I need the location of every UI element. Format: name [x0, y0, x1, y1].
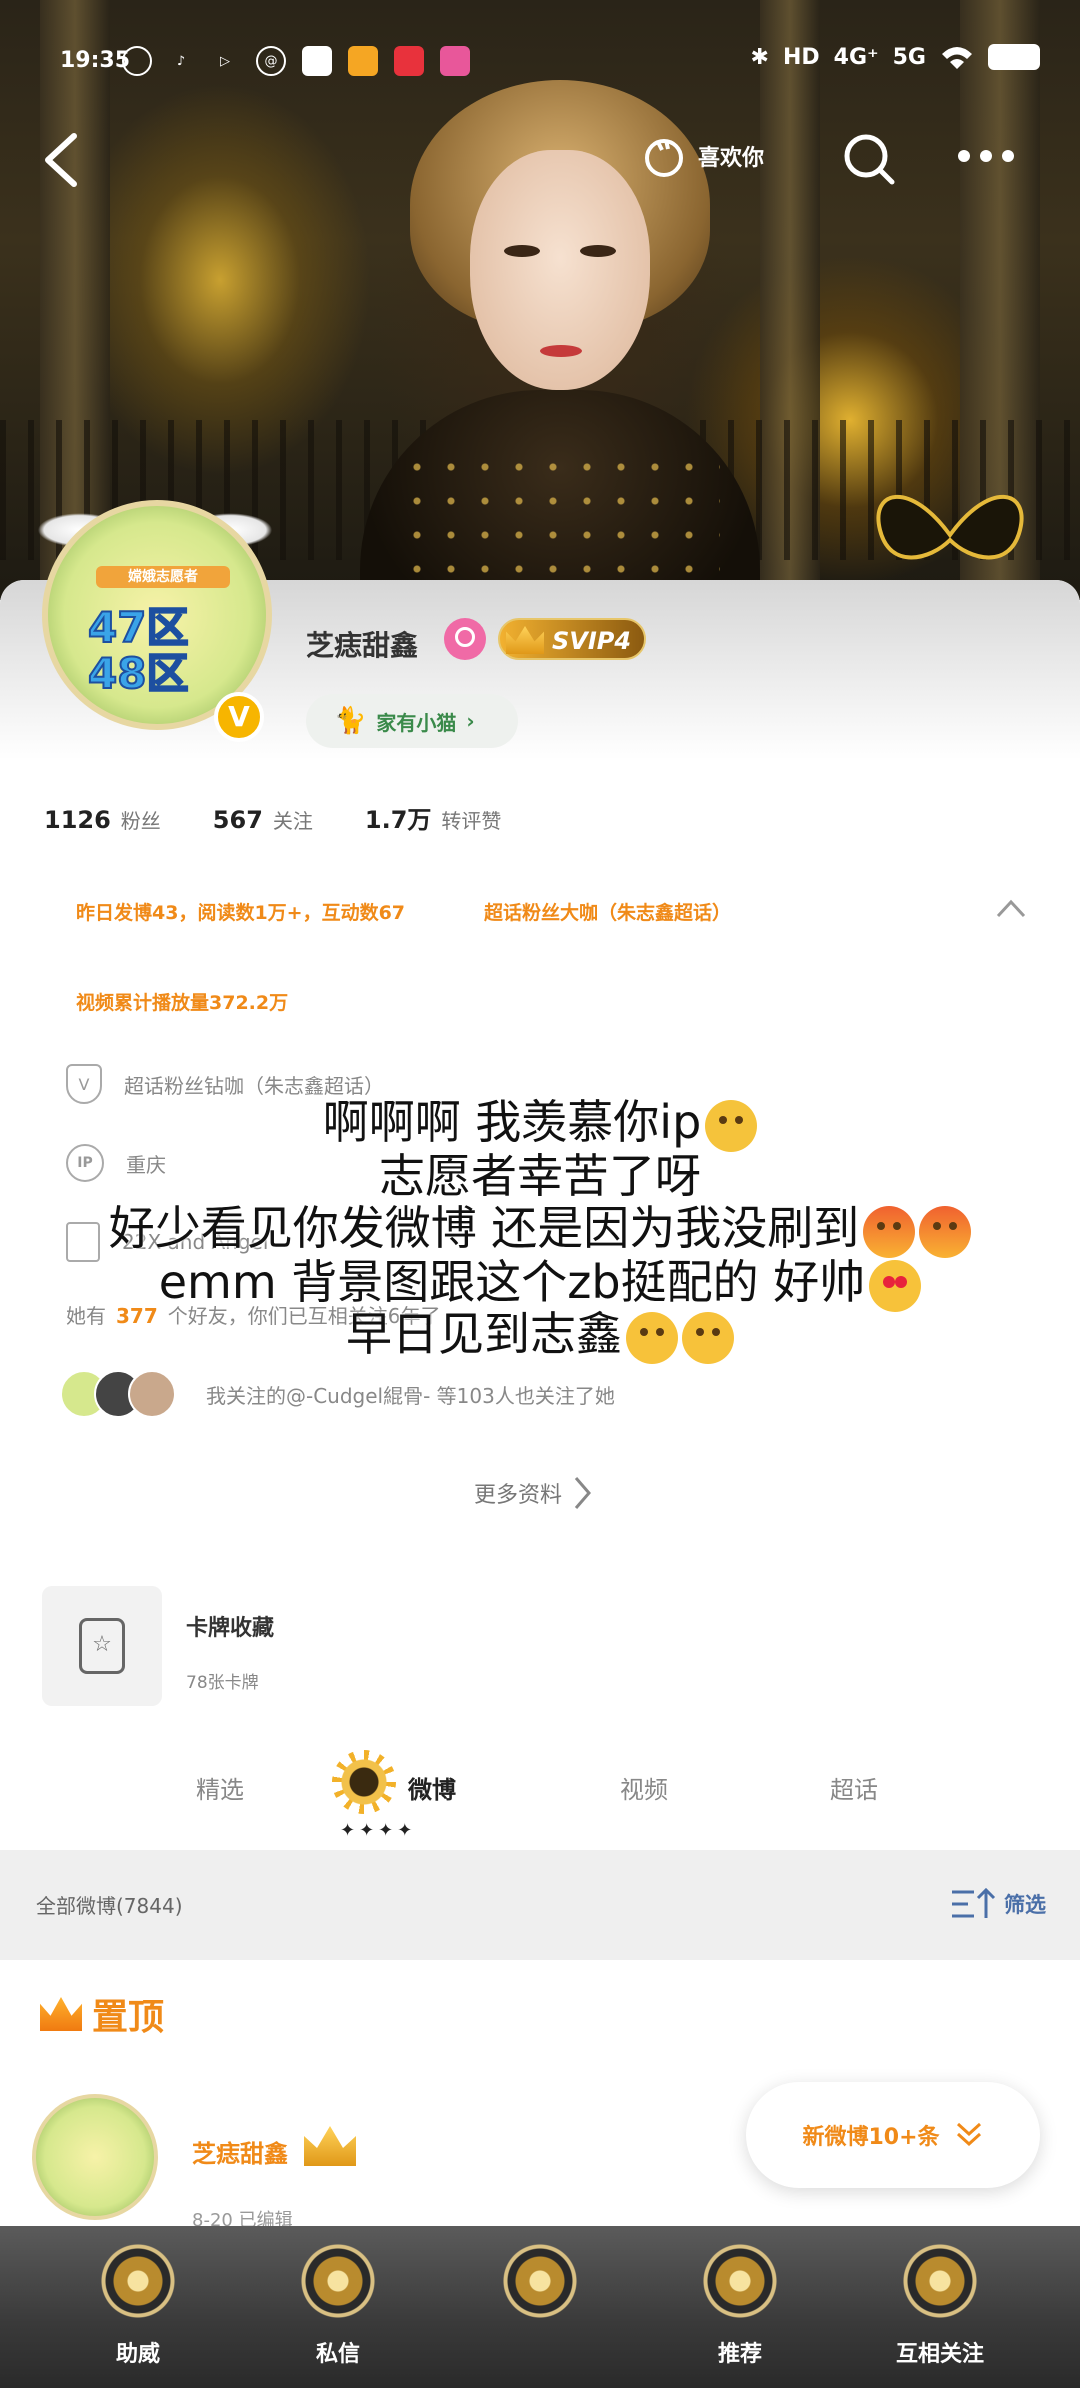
cheer-icon: [93, 2236, 183, 2326]
highlight-video-plays[interactable]: 视频累计播放量372.2万: [76, 988, 288, 1015]
tab-super-topic[interactable]: 超话: [830, 1770, 878, 1805]
card-collection-title[interactable]: 卡牌收藏: [186, 1610, 274, 1642]
filter-label: 筛选: [1004, 1893, 1046, 1917]
likes-count[interactable]: 1.7万: [365, 800, 432, 835]
recommend-icon: [695, 2236, 785, 2326]
stats-row: 1126 粉丝 567 关注 1.7万 转评赞: [44, 800, 553, 835]
filter-icon: [952, 1887, 996, 1918]
xiaohongshu-icon: [394, 46, 424, 76]
mutual-follow-icon: [895, 2236, 985, 2326]
crown-icon: [506, 626, 544, 654]
danmaku-text: 早日见到志鑫: [346, 1307, 622, 1361]
more-info-label: 更多资料: [474, 1483, 563, 1508]
message-icon: [293, 2236, 383, 2326]
cat-icon: 🐈: [334, 706, 367, 736]
filter-button[interactable]: 筛选: [950, 1886, 1046, 1922]
butterfly-decoration: [876, 494, 1024, 560]
crown-icon: [40, 1997, 82, 2031]
bluetooth-icon: ✱: [750, 44, 769, 70]
weibo-icon: [122, 46, 152, 76]
status-bar: 19:35 ♪ ▷ @ ✱ HD 4G⁺ 5G: [0, 38, 1080, 86]
avatar: [128, 1370, 176, 1418]
status-right: ✱ HD 4G⁺ 5G: [751, 44, 1040, 70]
mutual-text: 我关注的@-Cudgel緄骨- 等103人也关注了她: [206, 1383, 615, 1408]
pinned-label: 置顶: [92, 1997, 165, 2038]
chevron-right-icon: ›: [466, 709, 475, 733]
video-icon: ▷: [220, 53, 230, 69]
nav-messages[interactable]: 私信: [258, 2236, 418, 2368]
chevron-up-icon[interactable]: [996, 894, 1026, 924]
new-posts-button[interactable]: 新微博10+条: [746, 2082, 1040, 2188]
post-author-name[interactable]: 芝痣甜鑫: [192, 2134, 288, 2169]
pinned-header: 置顶: [40, 1988, 164, 2040]
nav-cheer[interactable]: 助威: [58, 2236, 218, 2368]
tiktok-icon: ♪: [176, 53, 186, 69]
app-icon: [348, 46, 378, 76]
top-nav: 喜欢你: [0, 120, 1080, 200]
highlight-yesterday[interactable]: 昨日发博43，阅读数1万+，互动数67: [76, 898, 405, 925]
post-author-avatar[interactable]: [32, 2094, 158, 2220]
nav-messages-label: 私信: [315, 2342, 360, 2367]
chevron-right-icon: [574, 1477, 592, 1509]
more-info-button[interactable]: 更多资料: [474, 1476, 592, 1510]
tab-video[interactable]: 视频: [620, 1770, 668, 1805]
app-icon: [440, 46, 470, 76]
status-time: 19:35: [60, 48, 131, 73]
avatar-text-48: 48区: [87, 648, 189, 699]
likes-label[interactable]: 转评赞: [441, 805, 501, 834]
verified-badge: V: [214, 692, 264, 742]
all-posts-label[interactable]: 全部微博(7844): [36, 1890, 183, 1919]
mention-icon: @: [256, 46, 286, 76]
female-gender-icon: [444, 618, 486, 660]
followers-count[interactable]: 1126: [44, 806, 111, 834]
avatar-banner: 嫦娥志愿者: [96, 566, 230, 588]
new-posts-label: 新微博10+条: [802, 2125, 940, 2150]
back-arrow-icon[interactable]: [38, 130, 88, 190]
cat-label: 家有小猫: [376, 710, 457, 735]
tab-weibo[interactable]: 微博: [408, 1770, 456, 1805]
card-collection-subtitle: 78张卡牌: [186, 1673, 259, 1693]
status-5g: 5G: [892, 44, 926, 70]
nav-mutual-follow-label: 互相关注: [895, 2342, 984, 2367]
tab-stars-decoration: ✦✦✦✦: [340, 1820, 417, 1841]
danmaku-line: 早日见到志鑫: [0, 1298, 1080, 1364]
hand-heart-icon: [645, 139, 683, 177]
mutual-avatars: [60, 1370, 176, 1418]
sun-decoration-icon: [332, 1750, 396, 1814]
like-you-label: 喜欢你: [698, 146, 765, 171]
nav-cheer-label: 助威: [115, 2342, 160, 2367]
cat-pill-button[interactable]: 🐈 家有小猫 ›: [306, 694, 518, 748]
following-label[interactable]: 关注: [273, 805, 313, 834]
following-count[interactable]: 567: [213, 806, 263, 834]
nav-recommend[interactable]: 推荐: [660, 2236, 820, 2368]
mutual-follows-row[interactable]: 我关注的@-Cudgel緄骨- 等103人也关注了她: [60, 1370, 615, 1418]
wifi-icon: [942, 47, 972, 69]
nav-center[interactable]: [460, 2236, 620, 2336]
svip-badge[interactable]: SVIP4: [498, 618, 646, 660]
battery-icon: [988, 44, 1040, 70]
app-icon: [302, 46, 332, 76]
filter-bar: 全部微博(7844) 筛选: [0, 1850, 1080, 1960]
username: 芝痣甜鑫: [306, 629, 419, 662]
card-collection-tile[interactable]: ☆: [42, 1586, 162, 1706]
crown-center-icon: [495, 2236, 585, 2326]
bottom-nav: 助威 私信 推荐 互相关注: [0, 2226, 1080, 2388]
nav-recommend-label: 推荐: [717, 2342, 762, 2367]
status-4g: 4G⁺: [833, 44, 879, 70]
more-options-icon[interactable]: [958, 150, 1018, 170]
tab-featured[interactable]: 精选: [196, 1770, 244, 1805]
svip-label: SVIP4: [552, 627, 632, 655]
nav-mutual-follow[interactable]: 互相关注: [860, 2236, 1020, 2368]
status-hd: HD: [782, 44, 820, 70]
highlight-super-topic[interactable]: 超话粉丝大咖（朱志鑫超话）: [484, 898, 731, 925]
profile-tabs: 精选 微博 ✦✦✦✦ 视频 超话: [0, 1750, 1080, 1850]
like-you-button[interactable]: 喜欢你: [640, 132, 764, 180]
double-chevron-down-icon: [956, 2122, 981, 2147]
search-icon[interactable]: [842, 132, 898, 188]
kiss-face-icon: [626, 1311, 678, 1364]
kiss-face-icon: [682, 1311, 734, 1364]
followers-label[interactable]: 粉丝: [121, 805, 161, 834]
card-star-icon: ☆: [79, 1618, 125, 1674]
